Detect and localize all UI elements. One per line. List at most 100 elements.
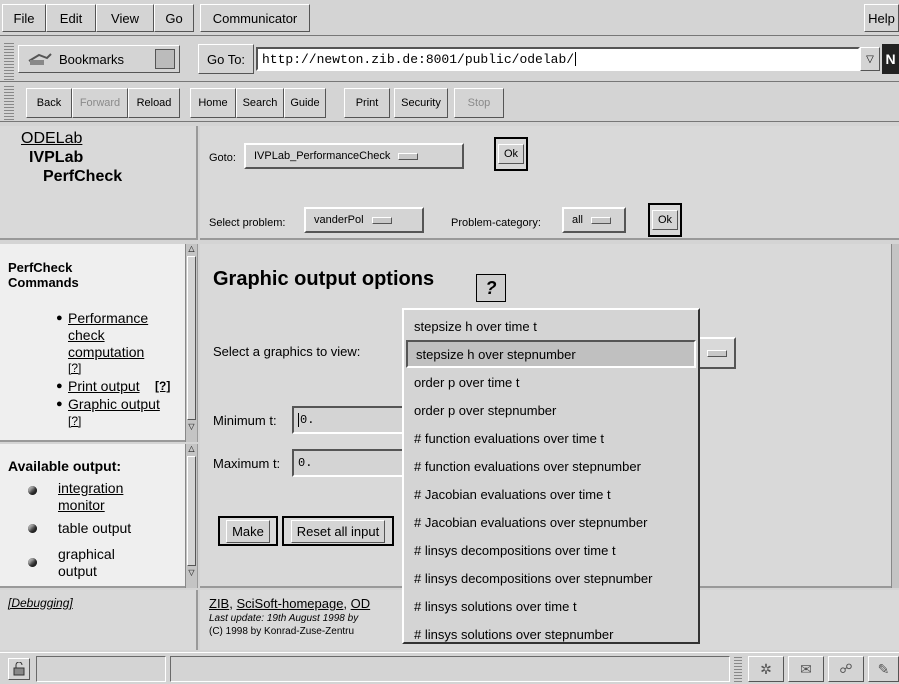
main-scrollbar[interactable] (891, 244, 899, 588)
bookmarks-label: Bookmarks (59, 51, 125, 67)
security-button[interactable]: Security (394, 88, 448, 118)
graphic-output-link[interactable]: Graphic output (68, 396, 160, 412)
commands-title: PerfCheck Commands (8, 260, 79, 290)
ivplab-title: IVPLab (29, 149, 84, 166)
toolbar-grip-handle[interactable] (4, 86, 14, 120)
location-grip-handle[interactable] (4, 42, 14, 80)
max-t-label: Maximum t: (213, 456, 281, 471)
dropdown-option[interactable]: # function evaluations over time t (406, 424, 696, 452)
perfcheck-title: PerfCheck (43, 168, 123, 185)
reset-button[interactable]: Reset all input (282, 516, 394, 546)
forward-button[interactable]: Forward (72, 88, 128, 118)
help-question-icon[interactable]: ? (476, 274, 506, 302)
scroll-thumb[interactable] (187, 256, 196, 420)
max-t-input[interactable]: 0. (292, 449, 404, 477)
category-ok-button[interactable]: Ok (648, 203, 682, 237)
home-button[interactable]: Home (190, 88, 236, 118)
scroll-up-arrow-icon[interactable]: △ (186, 244, 197, 254)
dropdown-option[interactable]: order p over stepnumber (406, 396, 696, 424)
available-scrollbar[interactable]: △ ▽ (185, 444, 197, 588)
security-lock-icon[interactable] (8, 658, 30, 680)
dropdown-option[interactable]: stepsize h over time t (406, 312, 696, 340)
stop-button[interactable]: Stop (454, 88, 504, 118)
dropdown-option[interactable]: # Jacobian evaluations over time t (406, 480, 696, 508)
discussion-icon[interactable]: ☍ (828, 656, 864, 682)
goto-select[interactable]: IVPLab_PerformanceCheck (244, 143, 464, 169)
dropdown-option[interactable]: order p over time t (406, 368, 696, 396)
dropdown-option[interactable]: # linsys decompositions over stepnumber (406, 564, 696, 592)
menu-go[interactable]: Go (154, 4, 194, 32)
zib-link[interactable]: ZIB (209, 596, 229, 611)
print-output-link[interactable]: Print output (68, 378, 140, 394)
min-t-label: Minimum t: (213, 413, 277, 428)
dropdown-option[interactable]: # Jacobian evaluations over stepnumber (406, 508, 696, 536)
debugging-link[interactable]: [Debugging] (8, 596, 73, 610)
page-title: Graphic output options (213, 268, 435, 290)
problem-category-label: Problem-category: (451, 217, 541, 229)
footer-links: ZIB, SciSoft-homepage, OD (209, 596, 371, 611)
mail-icon[interactable]: ✉ (788, 656, 824, 682)
composer-icon[interactable]: ✎ (868, 656, 899, 682)
dropdown-option[interactable]: # linsys solutions over stepnumber (406, 620, 696, 648)
menu-file[interactable]: File (2, 4, 46, 32)
menu-help[interactable]: Help (864, 4, 899, 32)
menu-view[interactable]: View (96, 4, 154, 32)
graphic-output-help-link[interactable]: [?] (68, 414, 81, 428)
table-output-label: table output (58, 520, 132, 536)
od-link[interactable]: OD (351, 596, 371, 611)
odelab-link[interactable]: ODELab (21, 130, 82, 148)
dropdown-option[interactable]: # linsys decompositions over time t (406, 536, 696, 564)
scroll-thumb[interactable] (187, 456, 196, 566)
status-led-icon (28, 524, 37, 533)
search-button[interactable]: Search (236, 88, 284, 118)
goto-select-label: Goto: (209, 152, 236, 164)
back-button[interactable]: Back (26, 88, 72, 118)
graphics-select-indicator[interactable] (698, 337, 736, 369)
menu-edit[interactable]: Edit (46, 4, 96, 32)
url-field[interactable]: http://newton.zib.de:8001/public/odelab/ (256, 47, 860, 71)
bookmarks-button[interactable]: Bookmarks (18, 45, 180, 73)
bookmarks-icon (27, 51, 53, 67)
reload-button[interactable]: Reload (128, 88, 180, 118)
netscape-logo-icon[interactable]: N (882, 44, 899, 74)
graphics-select-dropdown: stepsize h over time t stepsize h over s… (402, 308, 700, 644)
min-t-input[interactable]: 0. (292, 406, 404, 434)
scisoft-homepage-link[interactable]: SciSoft-homepage (236, 596, 343, 611)
status-led-icon (28, 486, 37, 495)
problem-select[interactable]: vanderPol (304, 207, 424, 233)
menu-communicator[interactable]: Communicator (200, 4, 310, 32)
bullet-icon: ● (56, 398, 63, 410)
option-menu-indicator-icon (398, 152, 419, 160)
status-text-field (170, 656, 730, 682)
graphical-output-label: graphical output (58, 546, 115, 579)
guide-button[interactable]: Guide (284, 88, 326, 118)
dropdown-option[interactable]: # function evaluations over stepnumber (406, 452, 696, 480)
performance-check-help-link[interactable]: [?] (68, 361, 81, 375)
dropdown-option-selected[interactable]: stepsize h over stepnumber (406, 340, 696, 368)
commands-scrollbar[interactable]: △ ▽ (185, 244, 197, 442)
category-select[interactable]: all (562, 207, 626, 233)
scroll-down-arrow-icon[interactable]: ▽ (186, 568, 197, 578)
bullet-icon: ● (56, 312, 63, 324)
select-problem-label: Select problem: (209, 217, 286, 229)
scroll-down-arrow-icon[interactable]: ▽ (186, 422, 197, 432)
option-menu-indicator-icon (591, 216, 612, 224)
dropdown-option[interactable]: # linsys solutions over time t (406, 592, 696, 620)
scroll-up-arrow-icon[interactable]: △ (186, 444, 197, 454)
goto-label: Go To: (198, 44, 254, 74)
integration-monitor-link[interactable]: integration monitor (58, 480, 123, 514)
page-proxy-icon[interactable] (155, 49, 175, 69)
option-menu-indicator-icon (707, 349, 727, 357)
performance-check-link[interactable]: Performance check computation (68, 310, 148, 361)
option-menu-indicator-icon (371, 216, 392, 224)
print-output-help-link[interactable]: [?] (155, 379, 170, 393)
component-bar-grip[interactable] (734, 656, 742, 682)
available-output-title: Available output: (8, 458, 122, 474)
goto-ok-button[interactable]: Ok (494, 137, 528, 171)
navigator-icon[interactable]: ✲ (748, 656, 784, 682)
status-led-icon (28, 558, 37, 567)
url-history-dropdown-icon[interactable]: ▽ (860, 47, 880, 71)
bullet-icon: ● (56, 380, 63, 392)
make-button[interactable]: Make (218, 516, 278, 546)
print-button[interactable]: Print (344, 88, 390, 118)
